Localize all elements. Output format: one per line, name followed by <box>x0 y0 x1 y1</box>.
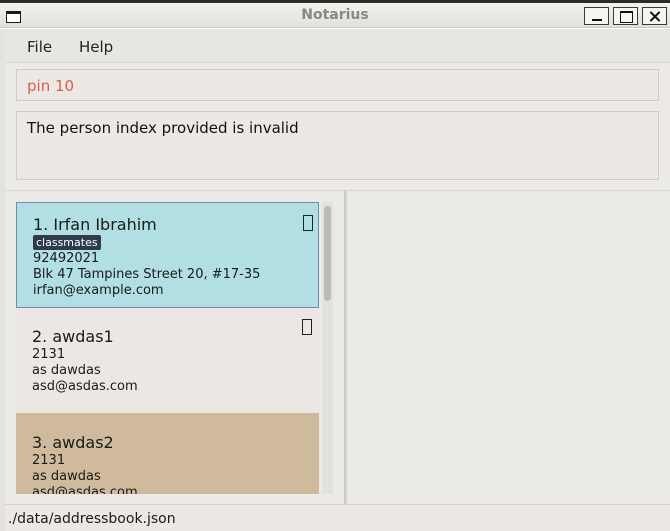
person-phone: 92492021 <box>33 251 100 266</box>
person-address: as dawdas <box>32 363 101 378</box>
person-email: irfan@example.com <box>33 283 164 298</box>
person-address: as dawdas <box>32 469 101 484</box>
person-name: 3. awdas2 <box>32 433 114 452</box>
person-email: asd@asdas.com <box>32 485 138 494</box>
person-list[interactable]: 1. Irfan Ibrahim classmates 92492021 Blk… <box>16 202 320 494</box>
result-message: The person index provided is invalid <box>27 119 299 137</box>
window-title: Notarius <box>301 7 369 23</box>
person-list-panel: 1. Irfan Ibrahim classmates 92492021 Blk… <box>5 191 344 504</box>
person-card[interactable]: 3. awdas2 2131 as dawdas asd@asdas.com <box>16 413 319 494</box>
person-card[interactable]: 1. Irfan Ibrahim classmates 92492021 Blk… <box>16 202 319 308</box>
person-address: Blk 47 Tampines Street 20, #17-35 <box>33 267 261 282</box>
list-scrollbar[interactable] <box>322 202 333 494</box>
tag-badge: classmates <box>33 235 101 250</box>
command-input[interactable]: pin 10 <box>16 69 659 101</box>
title-bar[interactable]: Notarius <box>0 3 670 28</box>
menu-file[interactable]: File <box>27 38 52 56</box>
menu-bar: File Help <box>5 29 670 63</box>
person-email: asd@asdas.com <box>32 379 138 394</box>
pin-icon <box>303 215 313 231</box>
save-location-path: ./data/addressbook.json <box>8 511 176 527</box>
menu-help[interactable]: Help <box>79 38 113 56</box>
person-card[interactable]: 2. awdas1 2131 as dawdas asd@asdas.com <box>16 309 319 413</box>
status-bar: ./data/addressbook.json <box>5 504 670 531</box>
scrollbar-thumb[interactable] <box>324 206 331 301</box>
person-name: 1. Irfan Ibrahim <box>33 215 157 234</box>
detail-panel <box>347 191 670 504</box>
person-phone: 2131 <box>32 347 66 362</box>
result-display[interactable]: The person index provided is invalid <box>16 111 659 180</box>
close-button[interactable] <box>642 7 667 25</box>
app-window: File Help pin 10 The person index provid… <box>5 29 670 531</box>
person-name: 2. awdas1 <box>32 327 114 346</box>
person-phone: 2131 <box>32 453 66 468</box>
maximize-button[interactable] <box>613 7 638 25</box>
pin-icon <box>302 319 312 335</box>
command-input-value: pin 10 <box>27 77 75 95</box>
minimize-button[interactable] <box>584 7 609 25</box>
